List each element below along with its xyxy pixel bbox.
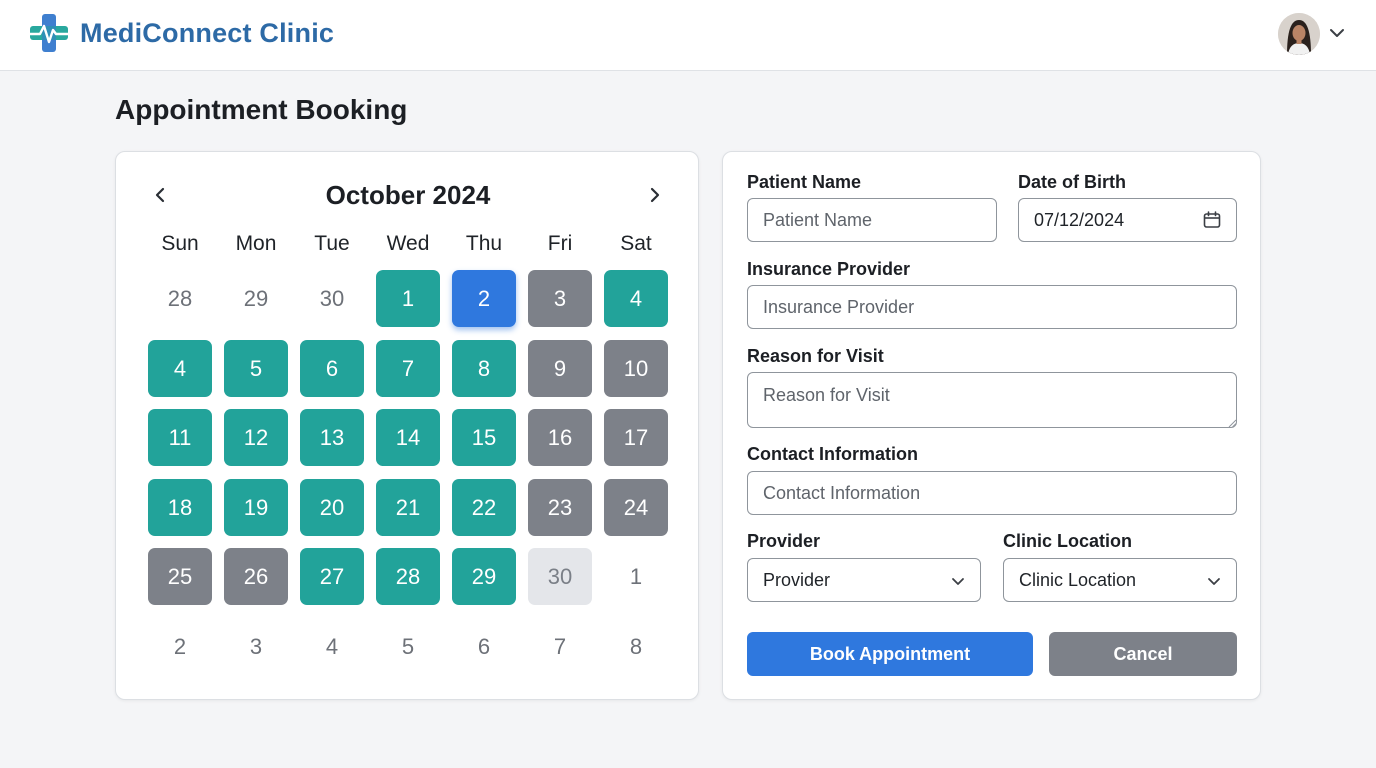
day-cell-available[interactable]: 29 <box>452 548 516 605</box>
day-cell-available[interactable]: 27 <box>300 548 364 605</box>
app-name: MediConnect Clinic <box>80 18 335 48</box>
day-cell-booked: 3 <box>528 270 592 327</box>
day-cell-booked: 16 <box>528 409 592 466</box>
weekday-label: Tue <box>314 232 350 255</box>
month-title: October 2024 <box>325 180 491 210</box>
calendar-card: October 2024 Sun Mon Tue Wed Thu Fri Sat 28 29 3… <box>115 151 699 700</box>
dob-label: Date of Birth <box>1018 172 1126 192</box>
day-cell-outside: 29 <box>243 285 269 311</box>
weekday-label: Sun <box>161 232 199 255</box>
book-appointment-button[interactable]: Book Appointment <box>747 632 1033 676</box>
weekday-label: Fri <box>547 232 573 255</box>
day-cell-booked: 25 <box>148 548 212 605</box>
patient-name-input[interactable] <box>747 198 997 242</box>
weekday-label: Sat <box>620 232 652 255</box>
insurance-input[interactable] <box>747 285 1237 329</box>
day-cell-available[interactable]: 5 <box>224 340 288 397</box>
provider-select-value: Provider <box>763 569 831 590</box>
day-cell-available[interactable]: 4 <box>604 270 668 327</box>
day-cell-outside: 4 <box>325 633 339 659</box>
day-cell-available[interactable]: 4 <box>148 340 212 397</box>
contact-label: Contact Information <box>747 444 918 464</box>
weekday-label: Thu <box>465 232 503 255</box>
insurance-label: Insurance Provider <box>747 259 911 279</box>
calendar-icon[interactable] <box>1202 210 1222 230</box>
dob-value: 07/12/2024 <box>1034 210 1125 230</box>
chevron-down-icon[interactable] <box>1328 24 1346 42</box>
day-cell-available[interactable]: 14 <box>376 409 440 466</box>
chevron-down-icon <box>952 578 964 585</box>
top-bar: MediConnect Clinic <box>0 0 1376 71</box>
resize-grip-icon[interactable] <box>1227 418 1237 428</box>
day-cell-available[interactable]: 8 <box>452 340 516 397</box>
next-month-button[interactable] <box>641 181 669 209</box>
day-cell-available[interactable]: 19 <box>224 479 288 536</box>
day-cell-outside: 1 <box>629 563 643 589</box>
weekday-label: Wed <box>386 232 430 255</box>
dob-input[interactable]: 07/12/2024 <box>1018 198 1237 242</box>
booking-form-card: Patient Name Date of Birth 07/12/2024 In… <box>722 151 1261 700</box>
contact-input[interactable] <box>747 471 1237 515</box>
day-cell-disabled: 30 <box>528 548 592 605</box>
day-cell-available[interactable]: 13 <box>300 409 364 466</box>
medical-cross-heartbeat-icon <box>28 14 70 52</box>
reason-textarea[interactable] <box>747 372 1237 428</box>
provider-select[interactable]: Provider <box>747 558 981 602</box>
chevron-right-icon <box>650 187 660 203</box>
cancel-button[interactable]: Cancel <box>1049 632 1237 676</box>
location-select[interactable]: Clinic Location <box>1003 558 1237 602</box>
day-cell-available[interactable]: 1 <box>376 270 440 327</box>
day-cell-outside: 30 <box>319 285 345 311</box>
day-cell-booked: 9 <box>528 340 592 397</box>
day-cell-outside: 6 <box>477 633 491 659</box>
day-cell-outside: 8 <box>629 633 643 659</box>
patient-name-label: Patient Name <box>747 172 862 192</box>
day-cell-booked: 17 <box>604 409 668 466</box>
chevron-down-icon <box>1208 578 1220 585</box>
day-cell-booked: 24 <box>604 479 668 536</box>
day-cell-available[interactable]: 6 <box>300 340 364 397</box>
location-label: Clinic Location <box>1003 531 1133 551</box>
day-cell-booked: 10 <box>604 340 668 397</box>
day-cell-booked: 26 <box>224 548 288 605</box>
day-cell-available[interactable]: 11 <box>148 409 212 466</box>
page-title: Appointment Booking <box>115 94 408 125</box>
day-cell-available[interactable]: 15 <box>452 409 516 466</box>
day-cell-booked: 23 <box>528 479 592 536</box>
day-cell-selected[interactable]: 2 <box>452 270 516 327</box>
day-cell-available[interactable]: 21 <box>376 479 440 536</box>
provider-label: Provider <box>747 531 821 551</box>
day-cell-outside: 28 <box>167 285 193 311</box>
reason-label: Reason for Visit <box>747 346 884 366</box>
day-cell-available[interactable]: 20 <box>300 479 364 536</box>
day-cell-outside: 2 <box>173 633 187 659</box>
day-cell-available[interactable]: 22 <box>452 479 516 536</box>
user-avatar-icon <box>1278 13 1320 55</box>
day-cell-available[interactable]: 28 <box>376 548 440 605</box>
weekday-label: Mon <box>235 232 277 255</box>
day-cell-outside: 3 <box>249 633 263 659</box>
location-select-value: Clinic Location <box>1019 569 1137 590</box>
day-cell-outside: 5 <box>401 633 415 659</box>
day-cell-available[interactable]: 12 <box>224 409 288 466</box>
day-cell-outside: 7 <box>553 633 567 659</box>
day-cell-available[interactable]: 18 <box>148 479 212 536</box>
avatar[interactable] <box>1278 13 1320 55</box>
day-cell-available[interactable]: 7 <box>376 340 440 397</box>
